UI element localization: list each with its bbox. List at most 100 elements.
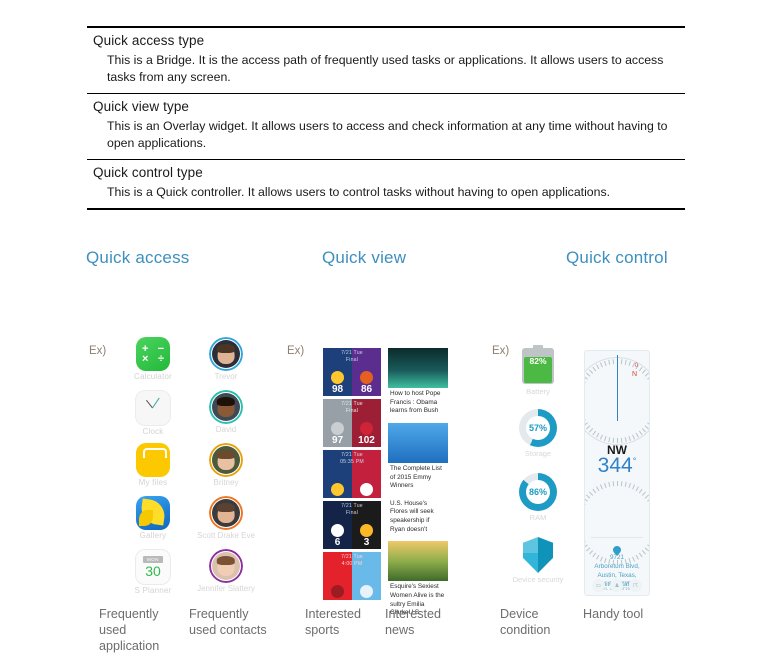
avatar	[209, 337, 243, 371]
sports-score-card[interactable]: 7/21 Tue 4:00 PM	[323, 552, 381, 600]
team-logo-icon	[331, 371, 344, 384]
compass-toolbar-button[interactable]: ☈	[629, 579, 643, 592]
row-title: Quick control type	[93, 164, 203, 180]
section-heading-quick-access: Quick access	[86, 248, 190, 267]
caption-interested-news: Interested news	[385, 607, 442, 638]
caption-device-condition: Device condition	[500, 607, 551, 638]
row-title: Quick access type	[93, 33, 205, 48]
avatar	[209, 390, 243, 424]
contact-item[interactable]: David	[196, 390, 256, 434]
app-item-clock[interactable]: Clock	[127, 390, 179, 436]
contact-name: David	[215, 425, 237, 434]
game-status: 4:00 PM	[341, 561, 363, 568]
compass-divider	[591, 537, 643, 538]
app-item-s-planner[interactable]: MON 30 S Planner	[127, 549, 179, 595]
device-condition-label: Storage	[524, 449, 552, 458]
contact-item[interactable]: Trevor	[196, 337, 256, 381]
gallery-icon	[136, 496, 170, 530]
sports-score-card[interactable]: 7/21 Tue Final 6 3	[323, 501, 381, 549]
app-label: Clock	[142, 427, 164, 436]
app-label: S Planner	[134, 586, 172, 595]
compass-toolbar-button[interactable]: ♟	[610, 579, 624, 592]
frequently-used-application-list: + − × ÷ Calculator Clock My files Gallery M…	[127, 337, 179, 602]
interested-news-card-list: How to host Pope Francis : Obama learns …	[388, 348, 448, 625]
away-team	[352, 466, 381, 498]
away-team	[352, 568, 381, 600]
game-date: 7/21 Tue	[341, 503, 363, 509]
interested-sports-card-list: 7/21 Tue Final 98 86 7/21 Tue Final 97 102 7/21 …	[323, 348, 381, 603]
contact-name: Trevor	[214, 372, 238, 381]
app-label: My files	[138, 478, 168, 487]
caption-handy-tool: Handy tool	[583, 607, 644, 621]
avatar	[209, 496, 243, 530]
sports-score-card[interactable]: 7/21 Tue Final 98 86	[323, 348, 381, 396]
device-condition-item[interactable]: 82% Battery	[508, 345, 568, 398]
team-logo-icon	[331, 524, 344, 537]
contact-item[interactable]: Scott Drake Eve	[196, 496, 256, 540]
address-line: 9721	[609, 554, 624, 561]
compass-toolbar: ▭ ♟ ☈	[585, 579, 649, 592]
shield-icon	[523, 537, 553, 573]
app-item-calculator[interactable]: + − × ÷ Calculator	[127, 337, 179, 381]
team-logo-icon	[360, 422, 373, 435]
game-date: 7/21 Tue	[341, 554, 363, 560]
contact-item[interactable]: Britney	[196, 443, 256, 487]
news-card[interactable]: How to host Pope Francis : Obama learns …	[388, 348, 448, 419]
row-body: This is a Bridge. It is the access path …	[107, 53, 664, 84]
clock-icon	[135, 390, 171, 426]
app-item-gallery[interactable]: Gallery	[127, 496, 179, 540]
progress-donut-icon: 86%	[519, 473, 557, 511]
sports-score-card[interactable]: 7/21 Tue 05:35 PM	[323, 450, 381, 498]
device-condition-label: RAM	[529, 513, 547, 522]
sports-score-card[interactable]: 7/21 Tue Final 97 102	[323, 399, 381, 447]
news-thumbnail	[388, 348, 448, 388]
example-marker: Ex)	[89, 345, 107, 357]
game-status: Final	[345, 357, 359, 364]
team-logo-icon	[331, 483, 344, 496]
home-score: 6	[334, 537, 341, 548]
home-team: 6	[323, 517, 352, 549]
away-team: 86	[352, 364, 381, 396]
device-condition-item[interactable]: 86% RAM	[508, 473, 568, 526]
away-score: 102	[358, 435, 375, 446]
percent-value: 86%	[528, 487, 547, 497]
example-marker: Ex)	[287, 345, 305, 357]
contact-item[interactable]: Jennifer Slattery	[196, 549, 256, 593]
table-row: Quick access type This is a Bridge. It i…	[87, 28, 685, 93]
news-card[interactable]: The Complete List of 2015 Emmy Winners	[388, 422, 448, 494]
app-label: Gallery	[139, 531, 167, 540]
row-body: This is an Overlay widget. It allows use…	[107, 118, 668, 150]
news-card[interactable]: U.S. House's Flores will seek speakershi…	[388, 497, 448, 538]
team-logo-icon	[360, 524, 373, 537]
compass-degrees: 344°	[585, 454, 649, 478]
device-condition-item[interactable]: 57% Storage	[508, 409, 568, 462]
compass-north-marker: N	[631, 371, 637, 378]
section-heading-quick-view: Quick view	[322, 248, 407, 267]
compass-toolbar-button[interactable]: ▭	[591, 579, 605, 592]
news-thumbnail	[388, 541, 448, 582]
compass-degree-value: 344	[597, 454, 633, 477]
degree-symbol: °	[632, 456, 637, 466]
caption-frequently-used-application: Frequently used application	[99, 607, 160, 654]
avatar	[209, 443, 243, 477]
game-status: Final	[345, 510, 359, 517]
frequently-used-contacts-list: Trevor David Britney Scott Drake Eve Jennife…	[196, 337, 256, 602]
game-date: 7/21 Tue	[341, 401, 363, 407]
device-condition-item[interactable]: Device security	[508, 537, 568, 590]
home-score: 97	[331, 435, 344, 446]
away-team: 102	[352, 415, 381, 447]
battery-percent: 82%	[529, 356, 547, 366]
compass-zero-marker: 0	[634, 363, 638, 369]
home-team: 97	[323, 415, 352, 447]
game-date: 7/21 Tue	[341, 350, 363, 356]
calculator-icon: + − × ÷	[136, 337, 170, 371]
app-item-my-files[interactable]: My files	[127, 443, 179, 487]
home-score: 98	[331, 384, 344, 395]
team-logo-icon	[360, 585, 373, 598]
handy-tool-compass-widget[interactable]: 0 N NW 344° 9721 Arboretum Blvd, Austin,…	[584, 350, 650, 596]
type-definition-table: Quick access type This is a Bridge. It i…	[87, 26, 685, 210]
calendar-day-number: 30	[145, 563, 161, 579]
table-bottom-rule	[87, 207, 685, 210]
address-line: Arboretum Blvd,	[594, 563, 640, 571]
away-team: 3	[352, 517, 381, 549]
